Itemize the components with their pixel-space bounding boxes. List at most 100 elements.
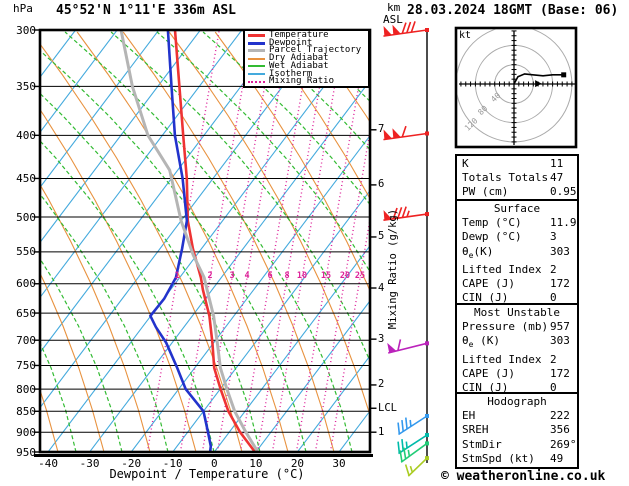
row-value: 957 bbox=[550, 320, 570, 334]
legend: Temperature Dewpoint Parcel Trajectory Dry … bbox=[243, 29, 370, 88]
pressure-tick-label: 400 bbox=[16, 128, 36, 142]
pressure-tick-label: 600 bbox=[16, 277, 36, 291]
table-row: StmDir 269° bbox=[462, 438, 577, 452]
row-value: 303 bbox=[550, 244, 570, 258]
indices-panel: K 11 Totals Totals 47 PW (cm) 0.95 bbox=[455, 154, 579, 203]
row-label: θe (K) bbox=[462, 334, 500, 350]
row-value: 269° bbox=[550, 437, 577, 451]
table-row: SREH 356 bbox=[462, 423, 577, 437]
legend-swatch bbox=[248, 49, 265, 53]
table-row: Dewp (°C) 3 bbox=[462, 230, 577, 244]
table-row: StmSpd (kt) 49 bbox=[462, 452, 577, 466]
table-row: Pressure (mb) 957 bbox=[462, 320, 577, 334]
table-row: CAPE (J) 172 bbox=[462, 367, 577, 381]
legend-swatch bbox=[248, 73, 265, 75]
table-row: EH 222 bbox=[462, 409, 577, 423]
row-label: K bbox=[462, 157, 469, 170]
copyright: © weatheronline.co.uk bbox=[441, 469, 606, 484]
table-row: θe(K) 303 bbox=[462, 245, 577, 263]
skewt-sounding-screen: hPa 45°52'N 1°11'E 336m ASL 28.03.2024 1… bbox=[0, 0, 629, 486]
table-row: Lifted Index 2 bbox=[462, 353, 577, 367]
surface-panel: Surface Temp (°C) 11.9 Dewp (°C) 3 θe(K) 303 L… bbox=[455, 199, 579, 309]
row-value: 172 bbox=[550, 277, 570, 291]
altitude-tick-label: 6 bbox=[378, 178, 385, 191]
most-unstable-panel: Most Unstable Pressure (mb) 957 θe (K) 303 L… bbox=[455, 303, 579, 399]
station-title: 45°52'N 1°11'E 336m ASL bbox=[56, 3, 237, 18]
pressure-tick-label: 750 bbox=[16, 358, 36, 372]
altitude-tick-label: LCL bbox=[378, 401, 397, 414]
pressure-tick-label: 900 bbox=[16, 425, 36, 439]
mixing-ratio-axis-title: Mixing Ratio (g/kg) bbox=[387, 208, 399, 330]
row-value: 172 bbox=[550, 367, 570, 380]
legend-label: Mixing Ratio bbox=[269, 76, 335, 87]
row-value: 2 bbox=[550, 352, 557, 366]
row-value: 49 bbox=[550, 451, 564, 465]
run-datetime: 28.03.2024 18GMT (Base: 06) bbox=[407, 3, 619, 18]
x-axis-title: Dewpoint / Temperature (°C) bbox=[109, 467, 305, 481]
row-value: 2 bbox=[550, 263, 557, 276]
row-value: 11.9 bbox=[550, 216, 577, 230]
surface-panel-title: Surface bbox=[493, 202, 541, 215]
altitude-tick-label: 5 bbox=[378, 230, 385, 243]
row-label: StmSpd (kt) bbox=[462, 451, 535, 465]
row-value: 11 bbox=[550, 157, 564, 170]
altitude-tick-label: 2 bbox=[378, 378, 385, 391]
table-row: θe (K) 303 bbox=[462, 334, 577, 352]
hodograph-panel: Hodograph EH 222 SREH 356 StmDir 269° StmSpd (… bbox=[455, 392, 579, 470]
row-value: 3 bbox=[550, 230, 557, 244]
mixing-ratio-value-label: 15 bbox=[320, 271, 332, 281]
legend-swatch bbox=[248, 33, 265, 37]
pressure-tick-label: 450 bbox=[16, 171, 36, 185]
hodograph-unit-label: kt bbox=[459, 30, 472, 41]
table-row: PW (cm) 0.95 bbox=[462, 185, 577, 199]
row-label: EH bbox=[462, 409, 476, 423]
altitude-tick-label: 4 bbox=[378, 281, 385, 294]
row-label: PW (cm) bbox=[462, 185, 509, 199]
mixing-ratio-value-label: 25 bbox=[354, 271, 366, 281]
most-unstable-panel-title: Most Unstable bbox=[473, 306, 561, 319]
row-label: Pressure (mb) bbox=[462, 320, 549, 334]
pressure-tick-label: 850 bbox=[16, 404, 36, 418]
row-label: CAPE (J) bbox=[462, 367, 515, 380]
altitude-tick-label: 3 bbox=[378, 332, 385, 345]
legend-swatch bbox=[248, 80, 265, 83]
temperature-tick-label: -40 bbox=[38, 456, 58, 470]
pressure-tick-label: 700 bbox=[16, 333, 36, 347]
row-label: θe(K) bbox=[462, 244, 494, 260]
row-label: StmDir bbox=[462, 437, 502, 451]
table-row: Totals Totals 47 bbox=[462, 171, 577, 185]
table-row: CAPE (J) 172 bbox=[462, 277, 577, 291]
legend-swatch bbox=[248, 41, 265, 45]
pressure-tick-label: 800 bbox=[16, 382, 36, 396]
table-row: Temp (°C) 11.9 bbox=[462, 216, 577, 230]
table-row: K 11 bbox=[462, 157, 577, 171]
row-value: 303 bbox=[550, 334, 570, 348]
row-label: SREH bbox=[462, 423, 489, 437]
row-label: Lifted Index bbox=[462, 263, 542, 276]
table-row: Lifted Index 2 bbox=[462, 263, 577, 277]
row-label: Temp (°C) bbox=[462, 216, 522, 230]
row-label: Dewp (°C) bbox=[462, 230, 522, 244]
row-label: CAPE (J) bbox=[462, 277, 515, 291]
legend-swatch bbox=[248, 65, 265, 68]
altitude-tick-label: 1 bbox=[378, 425, 385, 438]
hodograph-panel-title: Hodograph bbox=[487, 395, 547, 408]
pressure-tick-label: 300 bbox=[16, 23, 36, 37]
pressure-axis-unit: hPa bbox=[13, 2, 33, 15]
pressure-tick-label: 350 bbox=[16, 79, 36, 93]
row-label: Lifted Index bbox=[462, 352, 542, 366]
legend-swatch bbox=[248, 57, 265, 60]
pressure-tick-label: 500 bbox=[16, 210, 36, 224]
altitude-axis-unit-asl: ASL bbox=[383, 13, 403, 26]
legend-item: Mixing Ratio bbox=[248, 76, 368, 87]
altitude-tick-label: 7 bbox=[378, 123, 385, 136]
mixing-ratio-value-label: 10 bbox=[296, 271, 308, 281]
row-value: 47 bbox=[550, 171, 564, 185]
row-label: Totals Totals bbox=[462, 171, 549, 185]
pressure-tick-label: 650 bbox=[16, 306, 36, 320]
mixing-ratio-value-label: 1 bbox=[174, 271, 180, 281]
row-value: 0.95 bbox=[550, 185, 577, 199]
mixing-ratio-value-label: 2 bbox=[207, 271, 213, 281]
row-value: 356 bbox=[550, 423, 570, 437]
pressure-tick-label: 550 bbox=[16, 245, 36, 259]
